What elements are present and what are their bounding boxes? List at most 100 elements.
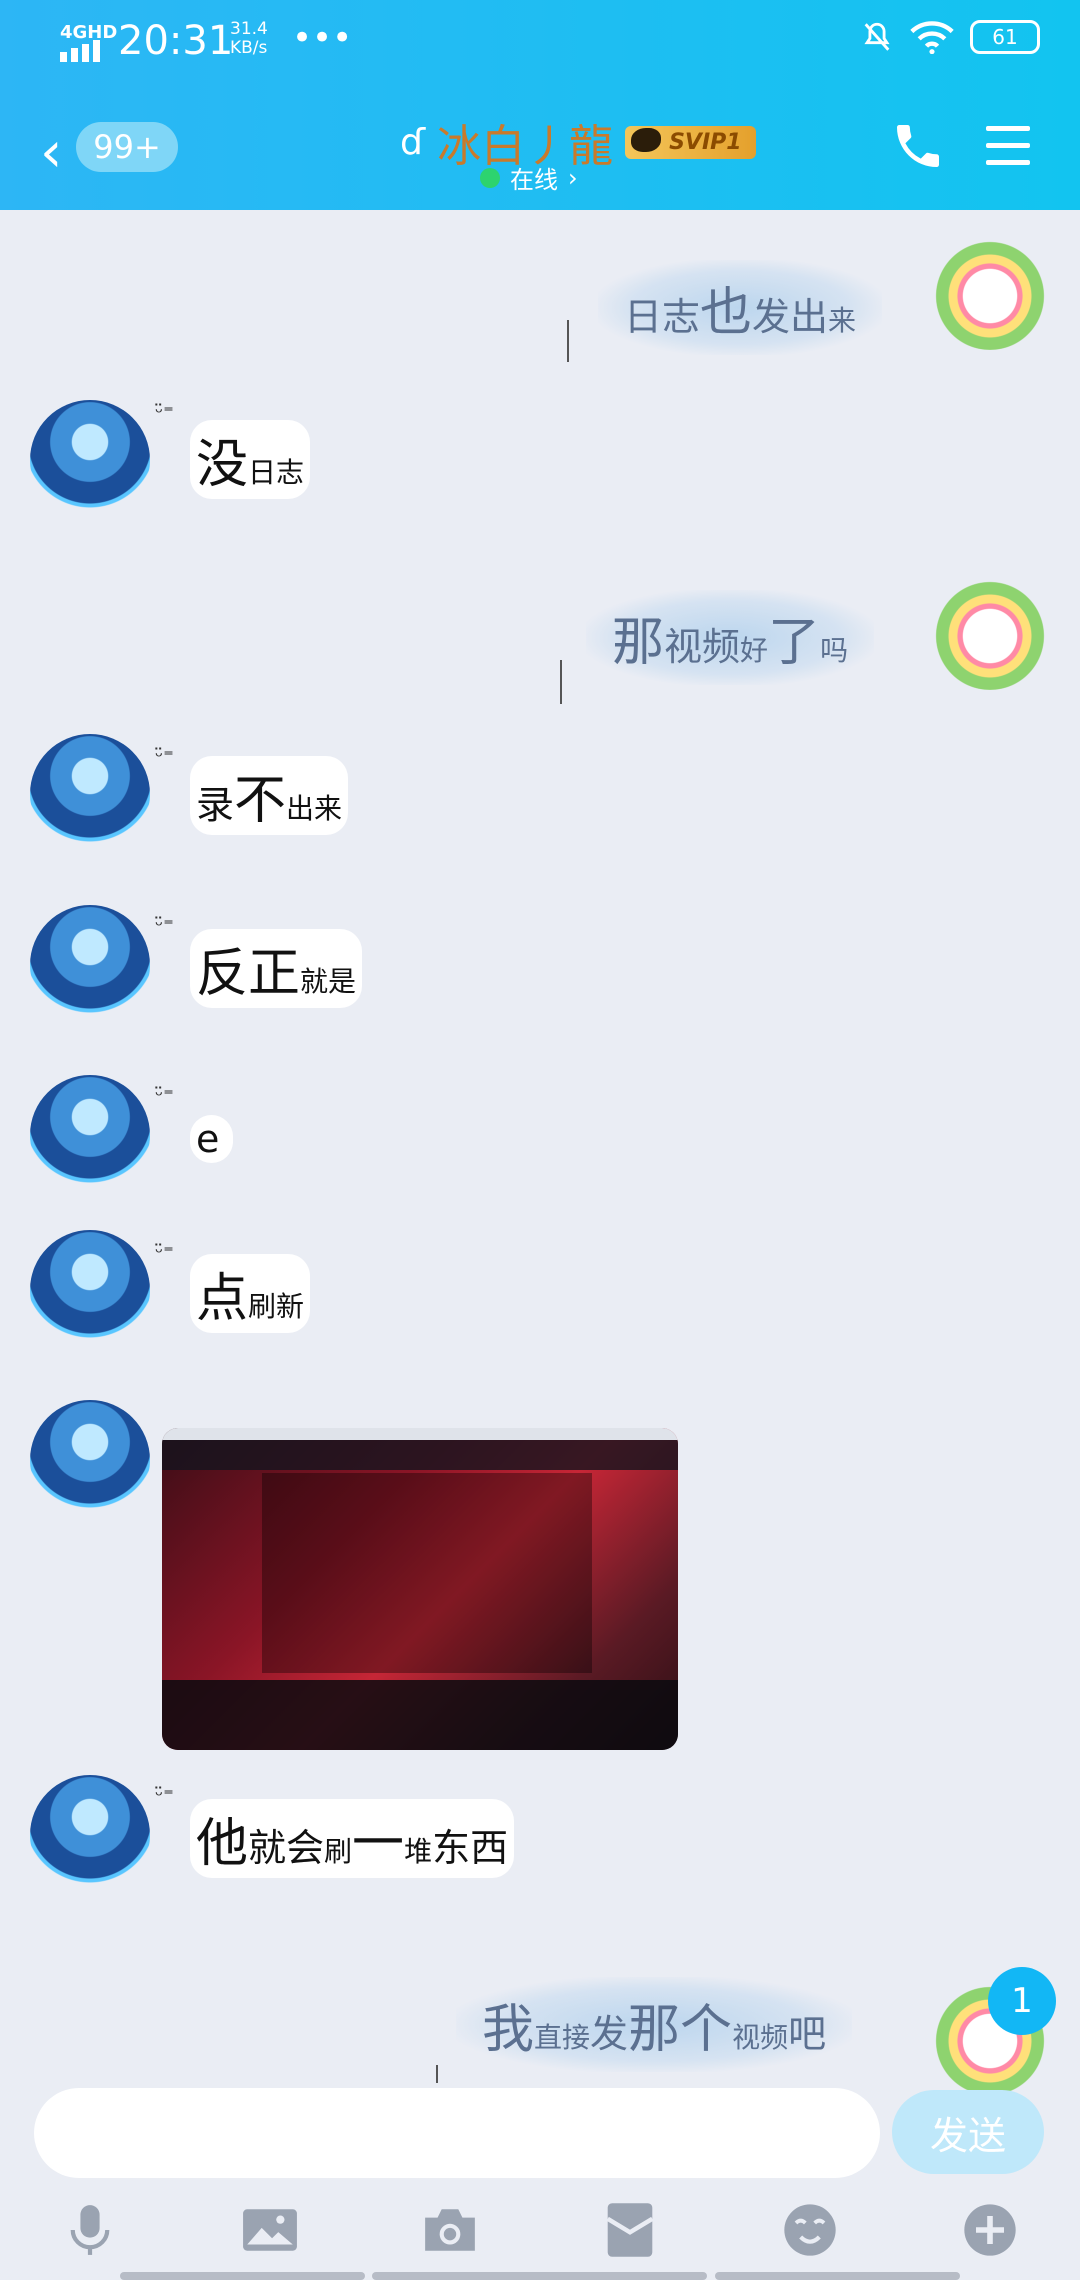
svip-badge: SVIP1 bbox=[625, 125, 756, 159]
nav-row: ‹ 99+ ɗ 冰白丿龍 SVIP1 在线 › bbox=[0, 110, 1080, 194]
message-bubble[interactable]: 没日志 bbox=[190, 420, 311, 499]
message-list[interactable]: 日志也发出来 ᵕ̈⁼ 没日志 那视频好了吗 ᵕ̈⁼ 录不出来 ᵕ̈⁼ 反正就是 bbox=[0, 210, 1080, 2095]
presence-status[interactable]: 在线 › bbox=[480, 160, 578, 195]
message-text: 日志 bbox=[624, 295, 701, 339]
status-right: 61 bbox=[860, 20, 1040, 54]
kaomoji-decoration: ᵕ̈⁼ bbox=[155, 913, 174, 937]
chat-header: 4GHD 20:31 31.4 KB/s ••• 61 ‹ 99+ ɗ 冰白丿龍 … bbox=[0, 0, 1080, 210]
unread-count-bubble[interactable]: 1 bbox=[988, 1967, 1056, 2035]
message-text: 视频 bbox=[732, 2021, 789, 2054]
message-text: 刷新 bbox=[248, 1290, 305, 1323]
message-text: 直接 bbox=[534, 2021, 591, 2054]
net-speed: 31.4 KB/s bbox=[230, 20, 268, 58]
image-header bbox=[162, 1440, 678, 1470]
message-text: 发 bbox=[590, 2012, 629, 2056]
more-status-icon: ••• bbox=[292, 18, 353, 58]
text-cursor bbox=[560, 660, 562, 704]
message-text: 来 bbox=[828, 304, 857, 337]
image-server-list bbox=[262, 1473, 592, 1673]
battery-level: 61 bbox=[992, 25, 1018, 49]
contact-title[interactable]: ɗ 冰白丿龍 SVIP1 bbox=[400, 110, 756, 174]
status-bar: 4GHD 20:31 31.4 KB/s ••• 61 bbox=[60, 18, 1040, 68]
kaomoji-decoration: ᵕ̈⁼ bbox=[155, 1240, 174, 1264]
message-text: 吧 bbox=[788, 2012, 827, 2056]
kaomoji-decoration: ᵕ̈⁼ bbox=[155, 400, 174, 424]
message-bubble[interactable]: 那视频好了吗 bbox=[586, 590, 875, 685]
input-toolbar bbox=[0, 2195, 1080, 2280]
message-text: 一 bbox=[352, 1814, 405, 1874]
message-text: 也 bbox=[700, 283, 753, 343]
image-window-bar bbox=[162, 1428, 678, 1440]
home-indicator bbox=[715, 2272, 960, 2280]
red-packet-icon[interactable] bbox=[595, 2195, 665, 2265]
message-text: 我 bbox=[482, 2000, 535, 2060]
message-text: 出来 bbox=[286, 792, 343, 825]
presence-label: 在线 bbox=[510, 166, 558, 194]
contact-avatar[interactable] bbox=[30, 1400, 150, 1520]
back-chevron-icon[interactable]: ‹ bbox=[40, 120, 62, 185]
message-text: 他 bbox=[196, 1814, 249, 1874]
message-text: 那 bbox=[612, 613, 665, 673]
menu-icon[interactable] bbox=[986, 126, 1030, 177]
phone-icon[interactable] bbox=[890, 118, 946, 174]
signal-icon bbox=[60, 40, 100, 62]
message-bubble[interactable]: 点刷新 bbox=[190, 1254, 311, 1333]
text-cursor bbox=[567, 320, 569, 362]
message-text: 点 bbox=[196, 1269, 249, 1329]
emoji-icon[interactable] bbox=[775, 2195, 845, 2265]
ear-icon: ɗ bbox=[400, 121, 426, 163]
message-text: 吗 bbox=[820, 634, 849, 667]
message-text: 反正 bbox=[196, 944, 301, 1004]
message-input[interactable] bbox=[34, 2088, 880, 2178]
message-text: 不 bbox=[234, 771, 287, 831]
plus-icon[interactable] bbox=[955, 2195, 1025, 2265]
mute-bell-icon bbox=[864, 22, 890, 51]
svip-label: SVIP1 bbox=[669, 129, 742, 155]
kaomoji-decoration: ᵕ̈⁼ bbox=[155, 744, 174, 768]
contact-avatar[interactable] bbox=[30, 734, 150, 854]
message-bubble[interactable]: e bbox=[190, 1115, 234, 1163]
send-button[interactable]: 发送 bbox=[892, 2090, 1044, 2174]
contact-avatar[interactable] bbox=[30, 1075, 150, 1195]
message-text: 好 bbox=[740, 634, 769, 667]
wifi-icon bbox=[910, 21, 954, 54]
net-speed-value: 31.4 bbox=[230, 19, 268, 39]
battery-icon: 61 bbox=[970, 20, 1040, 54]
message-text: 堆 bbox=[404, 1835, 433, 1868]
message-bubble[interactable]: 反正就是 bbox=[190, 929, 363, 1008]
contact-avatar[interactable] bbox=[30, 400, 150, 520]
message-bubble[interactable]: 他就会刷一堆东西 bbox=[190, 1799, 515, 1878]
message-text: 没 bbox=[196, 435, 249, 495]
contact-avatar[interactable] bbox=[30, 905, 150, 1025]
message-text: 发出 bbox=[752, 295, 829, 339]
message-text: 了 bbox=[768, 613, 821, 673]
net-speed-unit: KB/s bbox=[230, 38, 268, 58]
message-text: 就是 bbox=[300, 965, 357, 998]
message-bubble[interactable]: 录不出来 bbox=[190, 756, 349, 835]
image-button-row bbox=[162, 1680, 678, 1750]
text-cursor bbox=[436, 2065, 438, 2083]
message-text: e bbox=[196, 1117, 220, 1161]
message-text: 东西 bbox=[432, 1826, 509, 1870]
presence-chevron-icon: › bbox=[568, 163, 578, 192]
image-icon[interactable] bbox=[235, 2195, 305, 2265]
kaomoji-decoration: ᵕ̈⁼ bbox=[155, 1083, 174, 1107]
unread-count-badge[interactable]: 99+ bbox=[76, 122, 178, 172]
message-text: 日志 bbox=[248, 456, 305, 489]
clock: 20:31 bbox=[118, 18, 234, 64]
home-indicator bbox=[120, 2272, 365, 2280]
message-bubble[interactable]: 日志也发出来 bbox=[598, 260, 883, 355]
my-avatar[interactable] bbox=[930, 570, 1050, 690]
message-text: 那个 bbox=[628, 2000, 733, 2060]
message-text: 刷 bbox=[324, 1835, 353, 1868]
image-message[interactable] bbox=[162, 1428, 678, 1750]
message-text: 就会 bbox=[248, 1826, 325, 1870]
kaomoji-decoration: ᵕ̈⁼ bbox=[155, 1783, 174, 1807]
svip-icon bbox=[631, 127, 662, 152]
mic-icon[interactable] bbox=[55, 2195, 125, 2265]
message-bubble[interactable]: 我直接发那个视频吧 bbox=[456, 1977, 853, 2072]
contact-avatar[interactable] bbox=[30, 1775, 150, 1895]
contact-avatar[interactable] bbox=[30, 1230, 150, 1350]
camera-icon[interactable] bbox=[415, 2195, 485, 2265]
my-avatar[interactable] bbox=[930, 230, 1050, 350]
